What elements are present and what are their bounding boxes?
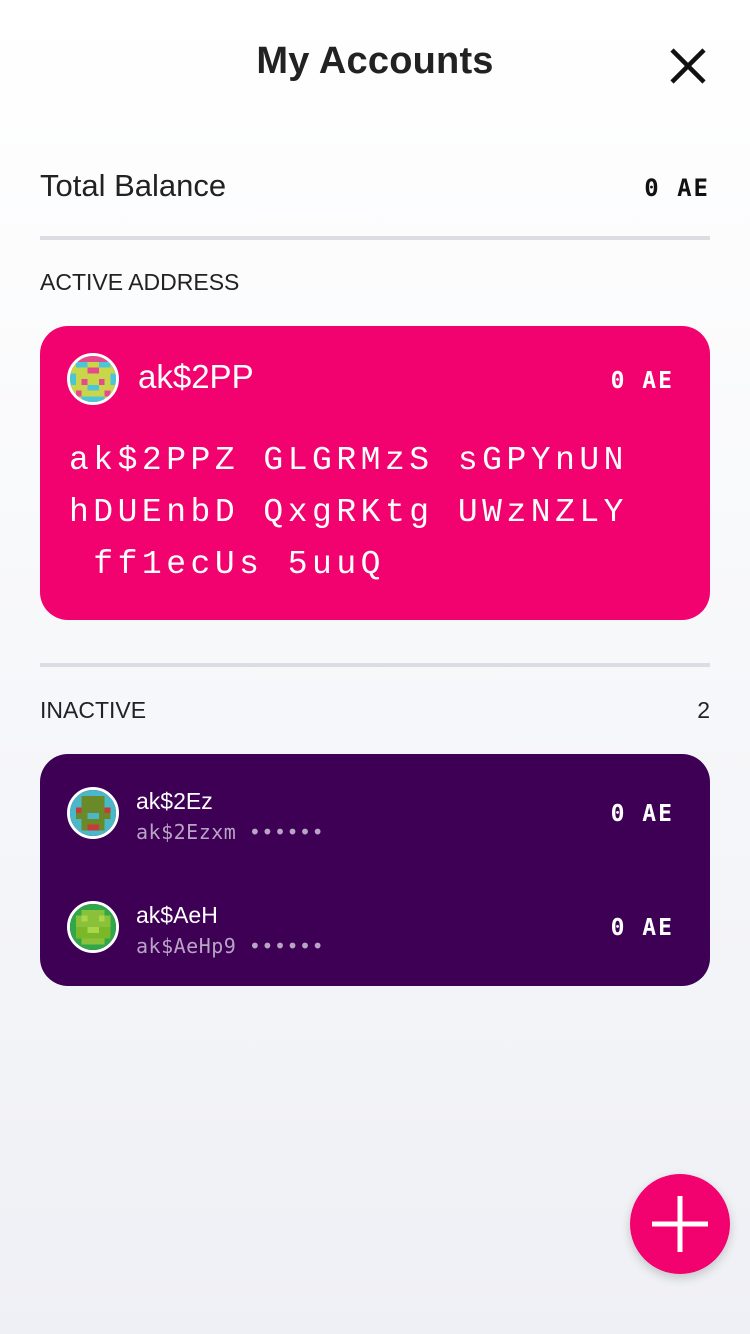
identicon-avatar [67,787,119,839]
header: My Accounts [0,0,750,124]
inactive-count: 2 [697,697,710,723]
account-name: ak$2Ez [136,788,213,814]
account-item[interactable]: ak$2Ez ak$2Ezxm •••••• 0 AE [40,754,710,868]
inactive-accounts-card: ak$2Ez ak$2Ezxm •••••• 0 AE ak$AeH ak$Ae… [40,754,710,986]
plus-icon [652,1196,708,1252]
active-address-label: ACTIVE ADDRESS [40,269,240,295]
active-account-name: ak$2PP [138,358,254,395]
account-name: ak$AeH [136,902,218,928]
add-account-button[interactable] [630,1174,730,1274]
identicon-avatar [67,901,119,953]
page-title: My Accounts [256,40,494,82]
address-line: ak$2PPZ GLGRMzS sGPYnUN [69,442,628,479]
account-address: ak$2Ezxm •••••• [136,820,325,844]
identicon-icon [70,790,116,836]
total-balance-value: 0 AE [644,174,710,202]
identicon-avatar [67,353,119,405]
close-icon [670,48,706,84]
total-balance-row: Total Balance 0 AE [40,168,710,208]
identicon-icon [70,904,116,950]
account-balance: 0 AE [610,915,674,941]
total-balance-label: Total Balance [40,168,227,203]
divider [40,236,710,240]
account-address: ak$AeHp9 •••••• [136,934,325,958]
identicon-icon [70,356,116,402]
address-line: hDUEnbD QxgRKtg UWzNZLY [69,494,628,531]
divider [40,663,710,667]
active-account-card[interactable]: ak$2PP 0 AE ak$2PPZ GLGRMzS sGPYnUN hDUE… [40,326,710,620]
address-line: ff1ecUs 5uuQ [69,546,385,583]
close-button[interactable] [660,38,716,94]
account-item[interactable]: ak$AeH ak$AeHp9 •••••• 0 AE [40,868,710,982]
account-balance: 0 AE [610,801,674,827]
inactive-label: INACTIVE [40,697,147,723]
active-account-balance: 0 AE [610,368,674,394]
